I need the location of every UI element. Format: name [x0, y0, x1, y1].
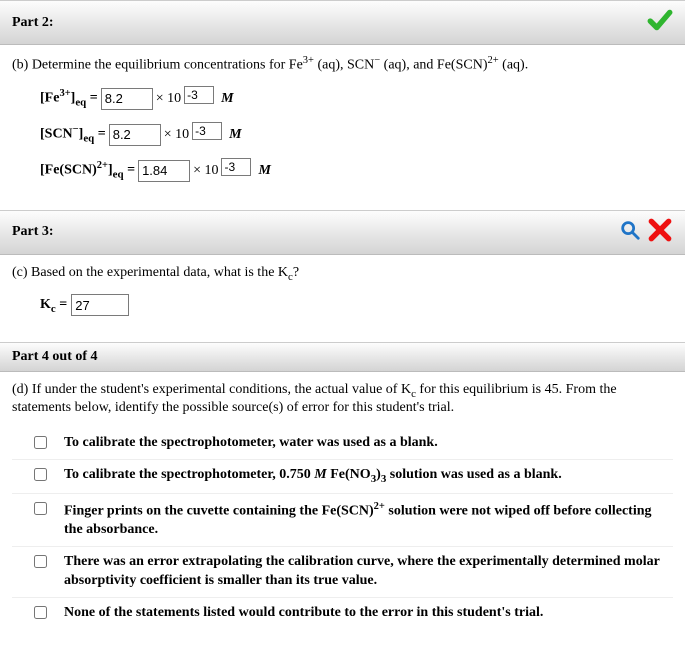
fe-value-input[interactable] — [101, 88, 153, 110]
choice-4-checkbox[interactable] — [34, 606, 47, 619]
species-fescn: [Fe(SCN)2+]eq = — [40, 160, 135, 180]
part3-question: (c) Based on the experimental data, what… — [12, 265, 673, 283]
species-fe: [Fe3+]eq = — [40, 88, 98, 108]
choice-3-text: There was an error extrapolating the cal… — [64, 553, 673, 591]
species-scn: [SCN−]eq = — [40, 124, 106, 144]
unit-m: M — [221, 91, 233, 107]
part4-header: Part 4 out of 4 — [0, 342, 685, 372]
times10: × 10 — [193, 163, 218, 179]
kc-input[interactable] — [71, 294, 129, 316]
kc-row: Kc = — [40, 294, 673, 316]
part2-content: (b) Determine the equilibrium concentrat… — [0, 45, 685, 210]
choice-4-text: None of the statements listed would cont… — [64, 604, 543, 623]
part2-title: Part 2: — [12, 15, 54, 31]
unit-m: M — [229, 127, 241, 143]
choice-2-checkbox[interactable] — [34, 502, 47, 515]
kc-label: Kc = — [40, 297, 67, 315]
fescn-value-input[interactable] — [138, 160, 190, 182]
part2-header: Part 2: — [0, 0, 685, 45]
eq-row-scn: [SCN−]eq = × 10 M — [40, 122, 673, 148]
part3-title: Part 3: — [12, 224, 54, 240]
scn-exp-input[interactable] — [192, 122, 222, 140]
scn-value-input[interactable] — [109, 124, 161, 146]
choice-0-checkbox[interactable] — [34, 436, 47, 449]
choice-1-checkbox[interactable] — [34, 468, 47, 481]
choice-2-text: Finger prints on the cuvette containing … — [64, 500, 673, 540]
fe-exp-input[interactable] — [184, 86, 214, 104]
choice-row-0: To calibrate the spectrophotometer, wate… — [12, 428, 673, 460]
choice-row-2: Finger prints on the cuvette containing … — [12, 494, 673, 547]
choice-row-1: To calibrate the spectrophotometer, 0.75… — [12, 460, 673, 494]
fescn-exp-input[interactable] — [221, 158, 251, 176]
choice-3-checkbox[interactable] — [34, 555, 47, 568]
eq-row-fe: [Fe3+]eq = × 10 M — [40, 86, 673, 112]
part4-content: (d) If under the student's experimental … — [0, 372, 685, 644]
unit-m: M — [258, 163, 270, 179]
choice-1-text: To calibrate the spectrophotometer, 0.75… — [64, 466, 562, 487]
part4-question: (d) If under the student's experimental … — [12, 382, 673, 416]
magnifier-icon[interactable] — [619, 219, 641, 246]
eq-row-fescn: [Fe(SCN)2+]eq = × 10 M — [40, 158, 673, 184]
incorrect-x-icon — [647, 217, 673, 248]
part2-question: (b) Determine the equilibrium concentrat… — [12, 55, 673, 74]
part3-content: (c) Based on the experimental data, what… — [0, 255, 685, 343]
times10: × 10 — [164, 127, 189, 143]
choice-row-3: There was an error extrapolating the cal… — [12, 547, 673, 598]
choice-0-text: To calibrate the spectrophotometer, wate… — [64, 434, 438, 453]
part3-header: Part 3: — [0, 210, 685, 255]
times10: × 10 — [156, 91, 181, 107]
part4-title: Part 4 out of 4 — [12, 349, 98, 365]
choice-row-4: None of the statements listed would cont… — [12, 598, 673, 629]
correct-check-icon — [647, 7, 673, 38]
